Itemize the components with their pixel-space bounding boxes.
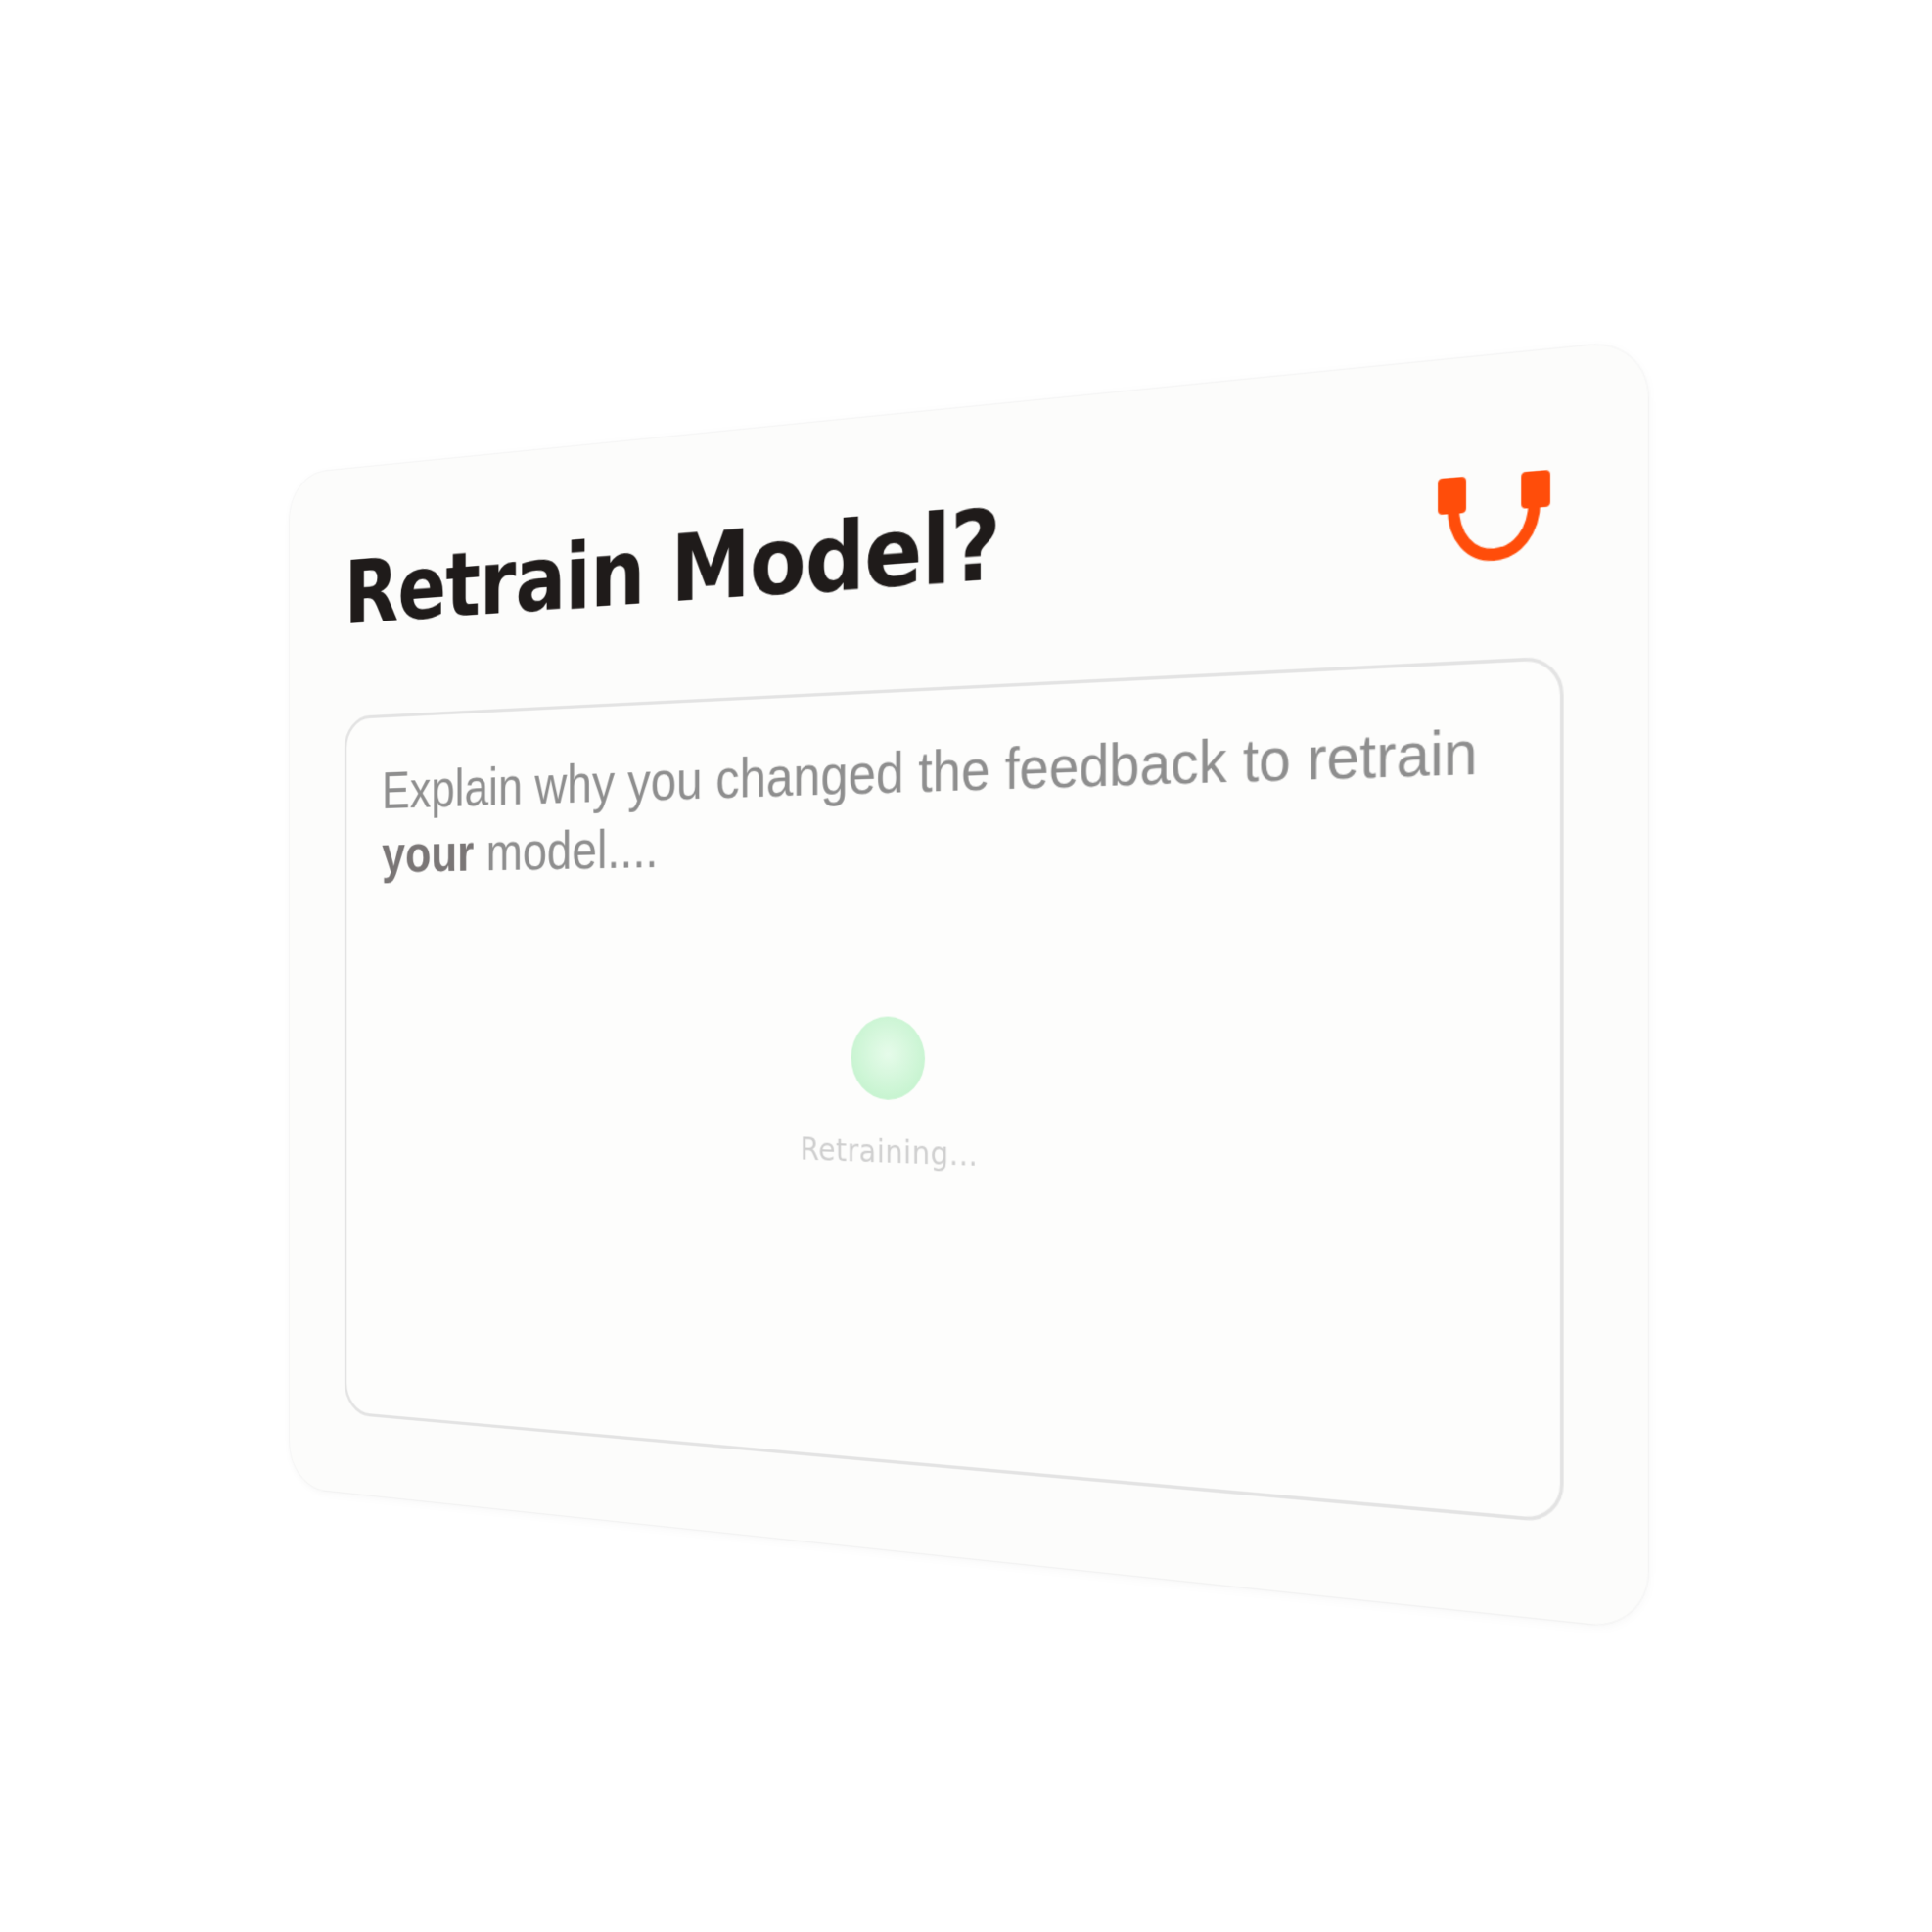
retrain-dialog: Retrain Model? Explain why you changed t… xyxy=(290,340,1648,1631)
headset-icon-graphic xyxy=(1436,469,1553,571)
headset-icon[interactable] xyxy=(1436,467,1553,571)
stage: Retrain Model? Explain why you changed t… xyxy=(0,0,1932,1932)
feedback-textarea-container: Explain why you changed the feedback to … xyxy=(344,656,1564,1524)
feedback-textarea[interactable] xyxy=(346,660,1560,1520)
dialog-title: Retrain Model? xyxy=(344,486,1001,645)
